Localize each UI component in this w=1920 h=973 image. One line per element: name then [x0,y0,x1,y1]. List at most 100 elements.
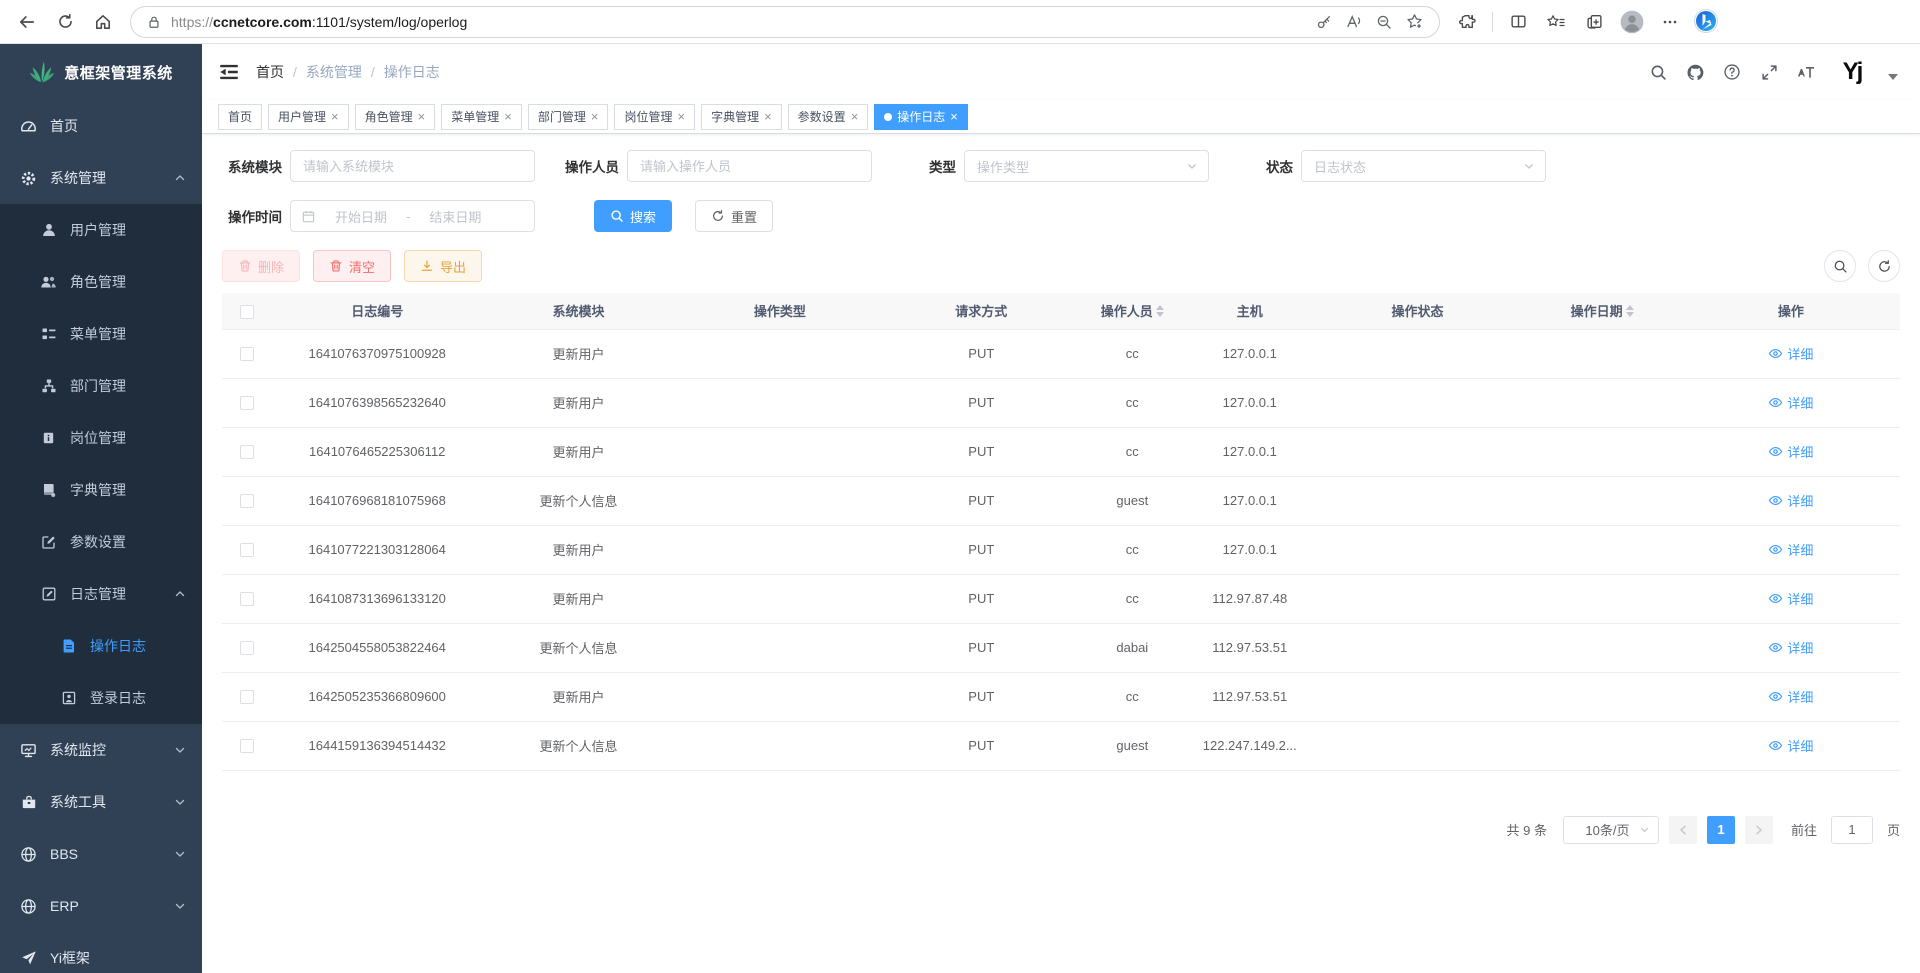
export-button[interactable]: 导出 [404,250,482,282]
tab-close-icon[interactable]: × [851,110,859,123]
sidebar-item-dict-mgmt[interactable]: 字典管理 [0,464,202,516]
tab-menu-mgmt[interactable]: 菜单管理× [441,104,522,130]
tab-role-mgmt[interactable]: 角色管理× [355,104,436,130]
tab-close-icon[interactable]: × [418,110,426,123]
sidebar-item-dept-mgmt[interactable]: 部门管理 [0,360,202,412]
date-range-picker[interactable]: 开始日期 - 结束日期 [290,200,535,232]
github-icon[interactable] [1685,62,1705,82]
bing-icon[interactable] [1691,7,1721,37]
row-checkbox[interactable] [240,543,254,557]
page-number-current[interactable]: 1 [1707,816,1735,844]
sidebar-item-bbs[interactable]: BBS [0,828,202,880]
sidebar-item-erp[interactable]: ERP [0,880,202,932]
sidebar-item-log-mgmt[interactable]: 日志管理 [0,568,202,620]
tab-close-icon[interactable]: × [950,110,958,123]
sidebar-item-post-mgmt[interactable]: 岗位管理 [0,412,202,464]
status-select[interactable]: 日志状态 [1301,150,1546,182]
detail-link[interactable]: 详细 [1768,344,1813,363]
detail-link[interactable]: 详细 [1768,638,1813,657]
row-checkbox[interactable] [240,396,254,410]
operator-input[interactable] [627,150,872,182]
search-button[interactable]: 搜索 [594,200,672,232]
delete-button[interactable]: 删除 [222,250,300,282]
show-search-toggle-button[interactable] [1824,250,1856,282]
page-size-select[interactable]: 10条/页 [1563,816,1659,844]
refresh-icon[interactable] [48,7,82,37]
extensions-icon[interactable] [1450,7,1484,37]
favorites-icon[interactable] [1539,7,1573,37]
split-screen-icon[interactable] [1501,7,1535,37]
tab-close-icon[interactable]: × [331,110,339,123]
module-input[interactable] [290,150,535,182]
col-date[interactable]: 操作日期 [1522,293,1681,329]
clear-button[interactable]: 清空 [313,250,391,282]
tab-close-icon[interactable]: × [677,110,685,123]
detail-link[interactable]: 详细 [1768,491,1813,510]
font-size-icon[interactable] [1796,62,1816,82]
tab-home[interactable]: 首页 [218,104,262,130]
row-checkbox[interactable] [240,641,254,655]
detail-link[interactable]: 详细 [1768,687,1813,706]
tab-dept-mgmt[interactable]: 部门管理× [528,104,609,130]
row-checkbox[interactable] [240,347,254,361]
search-icon[interactable] [1648,62,1668,82]
tab-post-mgmt[interactable]: 岗位管理× [614,104,695,130]
tab-dict-mgmt[interactable]: 字典管理× [701,104,782,130]
row-checkbox[interactable] [240,494,254,508]
address-bar[interactable]: https://ccnetcore.com:1101/system/log/op… [130,6,1440,38]
sort-icon[interactable] [1156,305,1164,317]
sidebar-item-yi-framework[interactable]: Yi框架 [0,932,202,973]
read-aloud-icon[interactable] [1339,9,1369,35]
sidebar-item-login-log[interactable]: 登录日志 [0,672,202,724]
breadcrumb-home[interactable]: 首页 [256,62,284,82]
breadcrumb-section[interactable]: 系统管理 [306,62,362,82]
key-icon[interactable] [1309,9,1339,35]
row-checkbox[interactable] [240,739,254,753]
tab-param-settings[interactable]: 参数设置× [788,104,869,130]
next-page-button[interactable] [1745,816,1773,844]
url-text[interactable]: https://ccnetcore.com:1101/system/log/op… [171,14,1309,30]
prev-page-button[interactable] [1669,816,1697,844]
col-operator[interactable]: 操作人员 [1078,293,1187,329]
tab-close-icon[interactable]: × [591,110,599,123]
goto-page-input[interactable] [1831,816,1873,844]
sidebar-item-system-mgmt[interactable]: 系统管理 [0,152,202,204]
sidebar-item-system-monitor[interactable]: 系统监控 [0,724,202,776]
favorite-add-icon[interactable] [1399,9,1429,35]
detail-link[interactable]: 详细 [1768,736,1813,755]
caret-down-icon[interactable] [1888,74,1898,80]
detail-link[interactable]: 详细 [1768,589,1813,608]
collections-icon[interactable] [1577,7,1611,37]
app-logo[interactable]: 意框架管理系统 [0,44,202,100]
back-icon[interactable] [10,7,44,37]
sidebar-item-oper-log[interactable]: 操作日志 [0,620,202,672]
refresh-table-button[interactable] [1868,250,1900,282]
more-icon[interactable] [1653,7,1687,37]
tab-oper-log[interactable]: 操作日志× [874,104,968,130]
zoom-out-icon[interactable] [1369,9,1399,35]
profile-icon[interactable] [1615,7,1649,37]
select-all-checkbox[interactable] [240,305,254,319]
reset-button[interactable]: 重置 [695,200,773,232]
sidebar-item-home[interactable]: 首页 [0,100,202,152]
home-icon[interactable] [86,7,120,37]
avatar[interactable]: Yj [1833,53,1871,91]
tab-close-icon[interactable]: × [504,110,512,123]
detail-link[interactable]: 详细 [1768,540,1813,559]
tab-close-icon[interactable]: × [764,110,772,123]
collapse-sidebar-icon[interactable] [218,61,240,83]
detail-link[interactable]: 详细 [1768,442,1813,461]
fullscreen-icon[interactable] [1759,62,1779,82]
sidebar-item-menu-mgmt[interactable]: 菜单管理 [0,308,202,360]
sidebar-item-role-mgmt[interactable]: 角色管理 [0,256,202,308]
type-select[interactable]: 操作类型 [964,150,1209,182]
detail-link[interactable]: 详细 [1768,393,1813,412]
sidebar-item-system-tools[interactable]: 系统工具 [0,776,202,828]
sidebar-item-user-mgmt[interactable]: 用户管理 [0,204,202,256]
help-icon[interactable] [1722,62,1742,82]
row-checkbox[interactable] [240,445,254,459]
row-checkbox[interactable] [240,690,254,704]
row-checkbox[interactable] [240,592,254,606]
sidebar-item-param-settings[interactable]: 参数设置 [0,516,202,568]
sort-icon[interactable] [1626,305,1634,317]
